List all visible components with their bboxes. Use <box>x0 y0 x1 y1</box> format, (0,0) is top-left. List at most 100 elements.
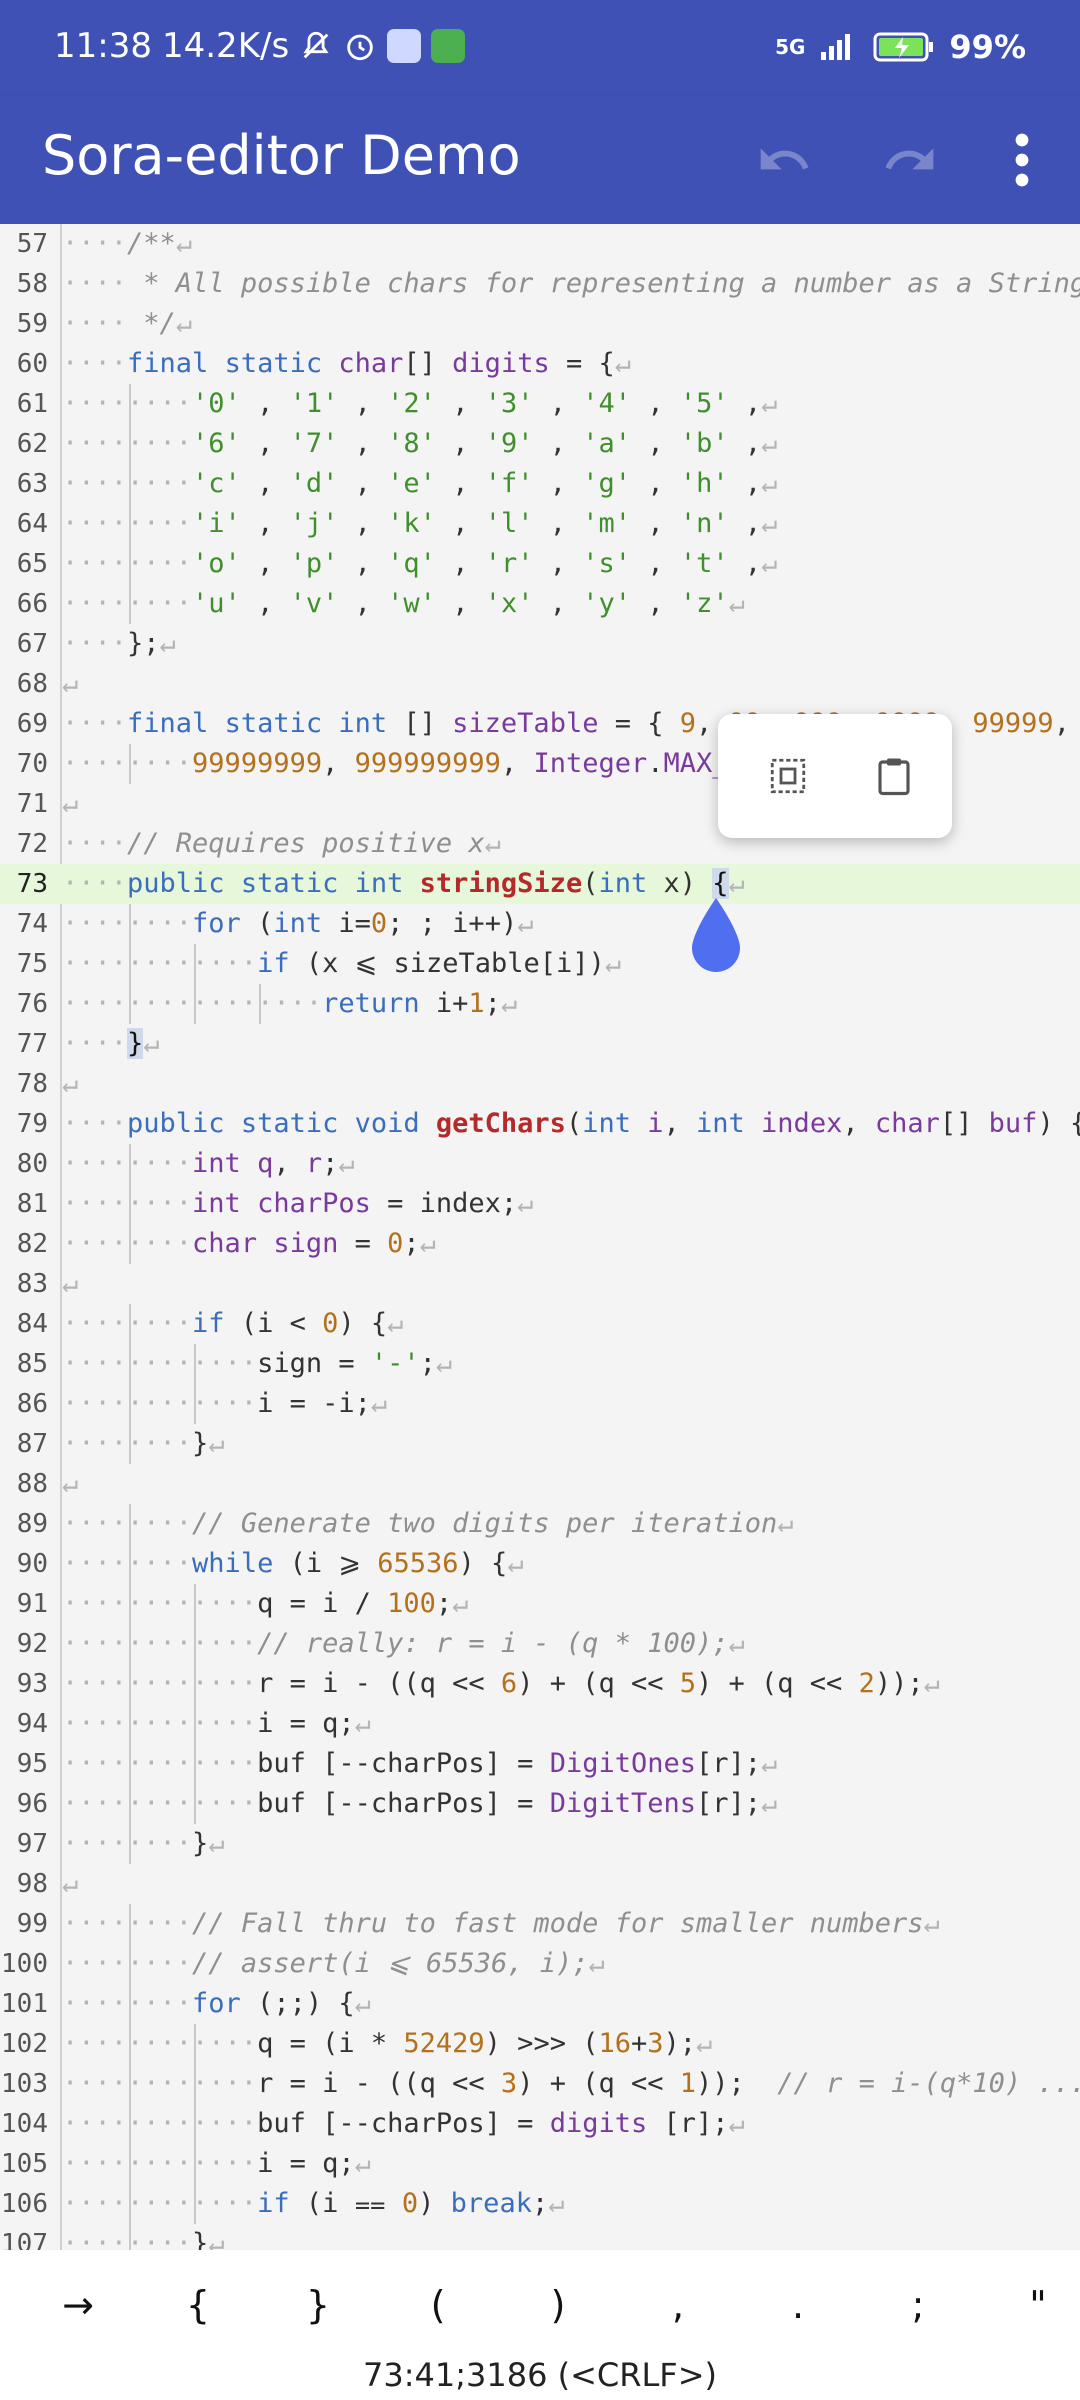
redo-icon <box>885 148 934 170</box>
symbol-key[interactable]: . <box>753 2270 843 2340</box>
symbol-key[interactable]: { <box>153 2270 243 2340</box>
code-token: 99999999 <box>192 748 323 779</box>
code-line[interactable]: 63 ········'c' , 'd' , 'e' , 'f' , 'g' , … <box>0 464 1080 504</box>
undo-button[interactable] <box>744 120 824 200</box>
line-number: 64 <box>16 509 48 539</box>
app-notification-icon <box>387 29 422 63</box>
code-line[interactable]: 79 ····public static void getChars(int i,… <box>0 1104 1080 1144</box>
code-line[interactable]: 88 ↵ <box>0 1464 1080 1504</box>
code-line[interactable]: 105 ············i = q;↵ <box>0 2144 1080 2184</box>
code-line[interactable]: 62 ········'6' , '7' , '8' , '9' , 'a' , … <box>0 424 1080 464</box>
code-line[interactable]: 93 ············r = i - ((q << 6) + (q << … <box>0 1664 1080 1704</box>
line-number: 101 <box>1 1989 48 2019</box>
code-editor[interactable]: 57 ····/**↵ 58 ···· * All possible chars fo… <box>0 224 1080 2250</box>
code-token: [] <box>403 708 453 739</box>
symbol-key[interactable]: , <box>633 2270 723 2340</box>
code-line[interactable]: 99 ········// Fall thru to fast mode for … <box>0 1904 1080 1944</box>
code-line[interactable]: 80 ········int q, r;↵ <box>0 1144 1080 1184</box>
symbol-key[interactable]: ) <box>513 2270 603 2340</box>
line-number: 104 <box>1 2109 48 2139</box>
code-token: // Generate two digits per iteration <box>192 1508 778 1539</box>
cursor-handle[interactable] <box>688 896 744 976</box>
code-line[interactable]: 106 ············if (i ⩵ 0) break;↵ <box>0 2184 1080 2224</box>
overflow-menu-button[interactable] <box>982 120 1062 200</box>
code-token: , <box>435 468 485 499</box>
code-line[interactable]: 100 ········// assert(i ⩽ 65536, i);↵ <box>0 1944 1080 1984</box>
code-token: ············ <box>62 2068 258 2099</box>
line-number: 69 <box>16 709 48 739</box>
code-token: 'r' <box>484 548 534 579</box>
redo-button[interactable] <box>870 120 950 200</box>
code-line[interactable]: 103 ············r = i - ((q << 3) + (q <<… <box>0 2064 1080 2104</box>
code-token: stringSize <box>419 868 583 899</box>
line-number: 98 <box>16 1869 48 1899</box>
paste-button[interactable] <box>864 746 924 806</box>
code-token: 1 <box>468 988 485 1019</box>
line-number: 67 <box>16 629 48 659</box>
code-token: getChars <box>435 1108 566 1139</box>
code-line[interactable]: 75 ············if (x ⩽ sizeTable[i])↵ <box>0 944 1080 984</box>
code-line[interactable]: 82 ········char sign = 0;↵ <box>0 1224 1080 1264</box>
symbol-key[interactable]: } <box>273 2270 363 2340</box>
code-line[interactable]: 60 ····final static char[] digits = {↵ <box>0 344 1080 384</box>
code-line[interactable]: 81 ········int charPos = index;↵ <box>0 1184 1080 1224</box>
code-line[interactable]: 83 ↵ <box>0 1264 1080 1304</box>
symbol-key[interactable]: " <box>993 2270 1080 2340</box>
code-line[interactable]: 67 ····};↵ <box>0 624 1080 664</box>
symbol-key[interactable]: → <box>33 2270 123 2340</box>
line-number: 100 <box>1 1949 48 1979</box>
code-line[interactable]: 102 ············q = (i * 52429) >>> (16+3… <box>0 2024 1080 2064</box>
code-token: , <box>338 388 388 419</box>
code-token: 52429 <box>403 2028 485 2059</box>
code-line[interactable]: 77 ····}↵ <box>0 1024 1080 1064</box>
code-line[interactable]: 96 ············buf [--charPos] = DigitTen… <box>0 1784 1080 1824</box>
code-line[interactable]: 58 ···· * All possible chars for represen… <box>0 264 1080 304</box>
code-line[interactable]: 98 ↵ <box>0 1864 1080 1904</box>
select-all-button[interactable] <box>758 746 818 806</box>
code-line[interactable]: 86 ············i = -i;↵ <box>0 1384 1080 1424</box>
code-line[interactable]: 76 ················return i+1;↵ <box>0 984 1080 1024</box>
code-line[interactable]: 95 ············buf [--charPos] = DigitOne… <box>0 1744 1080 1784</box>
code-token: [r]; <box>696 1788 762 1819</box>
code-token: ········ <box>62 1428 193 1459</box>
code-line[interactable]: 101 ········for (;;) {↵ <box>0 1984 1080 2024</box>
code-line[interactable]: 65 ········'o' , 'p' , 'q' , 'r' , 's' , … <box>0 544 1080 584</box>
code-line[interactable]: 94 ············i = q;↵ <box>0 1704 1080 1744</box>
code-token: ; <box>322 1148 339 1179</box>
symbol-key[interactable]: ; <box>873 2270 963 2340</box>
code-line[interactable]: 68 ↵ <box>0 664 1080 704</box>
code-line[interactable]: 97 ········}↵ <box>0 1824 1080 1864</box>
code-token: ↵ <box>507 1548 524 1579</box>
code-token: , <box>338 468 388 499</box>
code-text: ············buf [--charPos] = DigitOnes[… <box>62 1744 777 1784</box>
code-line[interactable]: 87 ········}↵ <box>0 1424 1080 1464</box>
code-line[interactable]: 90 ········while (i ⩾ 65536) {↵ <box>0 1544 1080 1584</box>
code-line[interactable]: 61 ········'0' , '1' , '2' , '3' , '4' , … <box>0 384 1080 424</box>
code-line[interactable]: 74 ········for (int i=0; ; i++)↵ <box>0 904 1080 944</box>
code-token: , <box>842 1108 875 1139</box>
code-line[interactable]: 57 ····/**↵ <box>0 224 1080 264</box>
code-line[interactable]: 84 ········if (i < 0) {↵ <box>0 1304 1080 1344</box>
code-line[interactable]: 73 ····public static int stringSize(int x… <box>0 864 1080 904</box>
code-line[interactable]: 107 ········}↵ <box>0 2224 1080 2250</box>
code-text: ···· * All possible chars for representi… <box>62 264 1080 304</box>
code-line[interactable]: 85 ············sign = '-';↵ <box>0 1344 1080 1384</box>
code-token: 'k' <box>387 508 436 539</box>
code-line[interactable]: 91 ············q = i / 100;↵ <box>0 1584 1080 1624</box>
code-line[interactable]: 104 ············buf [--charPos] = digits … <box>0 2104 1080 2144</box>
code-token: ············ <box>62 1628 258 1659</box>
code-line[interactable]: 92 ············// really: r = i - (q * 10… <box>0 1624 1080 1664</box>
symbol-key[interactable]: ( <box>393 2270 483 2340</box>
code-token: . <box>647 748 664 779</box>
code-line[interactable]: 64 ········'i' , 'j' , 'k' , 'l' , 'm' , … <box>0 504 1080 544</box>
code-text: ············buf [--charPos] = DigitTens[… <box>62 1784 777 1824</box>
line-number: 83 <box>16 1269 48 1299</box>
code-line[interactable]: 89 ········// Generate two digits per ite… <box>0 1504 1080 1544</box>
code-token: index <box>761 1108 843 1139</box>
code-line[interactable]: 59 ···· */↵ <box>0 304 1080 344</box>
code-token: , <box>728 468 762 499</box>
code-token: '-' <box>370 1348 420 1379</box>
code-line[interactable]: 78 ↵ <box>0 1064 1080 1104</box>
code-line[interactable]: 66 ········'u' , 'v' , 'w' , 'x' , 'y' , … <box>0 584 1080 624</box>
code-token: ↵ <box>62 1268 79 1299</box>
